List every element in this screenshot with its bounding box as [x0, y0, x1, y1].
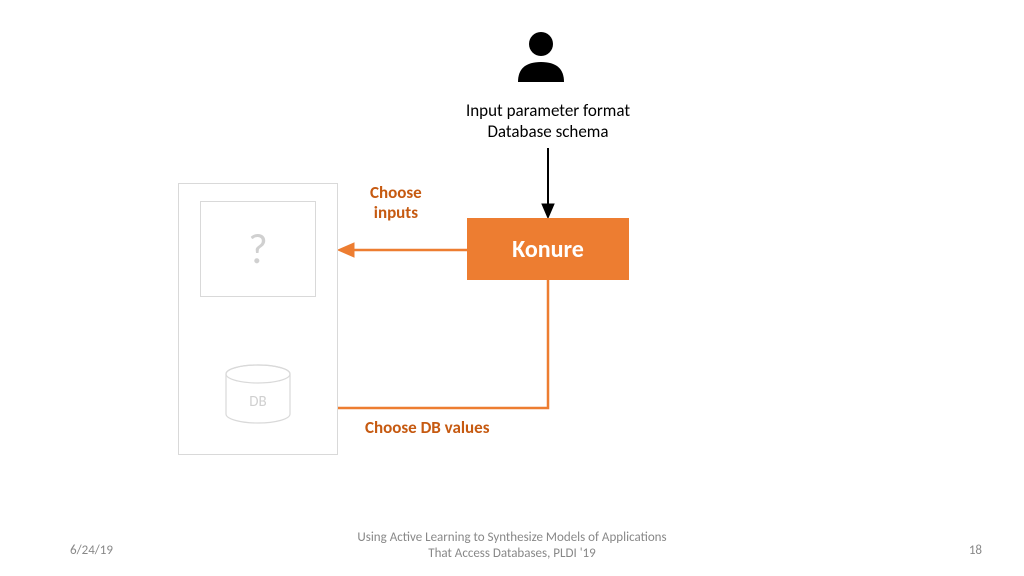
- user-input-line2: Database schema: [438, 121, 658, 142]
- konure-label: Konure: [512, 235, 584, 264]
- arrow-user-to-konure: [540, 148, 556, 220]
- choose-inputs-label: Choose inputs: [370, 183, 422, 224]
- question-box: ?: [200, 201, 316, 297]
- user-icon: [510, 28, 572, 95]
- footer-title-line1: Using Active Learning to Synthesize Mode…: [0, 530, 1024, 546]
- choose-inputs-line1: Choose: [370, 183, 422, 203]
- user-input-text: Input parameter format Database schema: [438, 100, 658, 143]
- footer-page-number: 18: [969, 543, 982, 558]
- slide: Input parameter format Database schema K…: [0, 0, 1024, 576]
- db-label: DB: [225, 393, 291, 411]
- footer-title-line2: That Access Databases, PLDI '19: [0, 546, 1024, 562]
- konure-box: Konure: [467, 218, 629, 280]
- choose-inputs-line2: inputs: [370, 203, 422, 223]
- choose-db-label: Choose DB values: [365, 417, 490, 438]
- footer-title: Using Active Learning to Synthesize Mode…: [0, 530, 1024, 563]
- question-mark: ?: [248, 224, 267, 275]
- arrow-choose-inputs: [338, 240, 468, 260]
- user-input-line1: Input parameter format: [438, 100, 658, 121]
